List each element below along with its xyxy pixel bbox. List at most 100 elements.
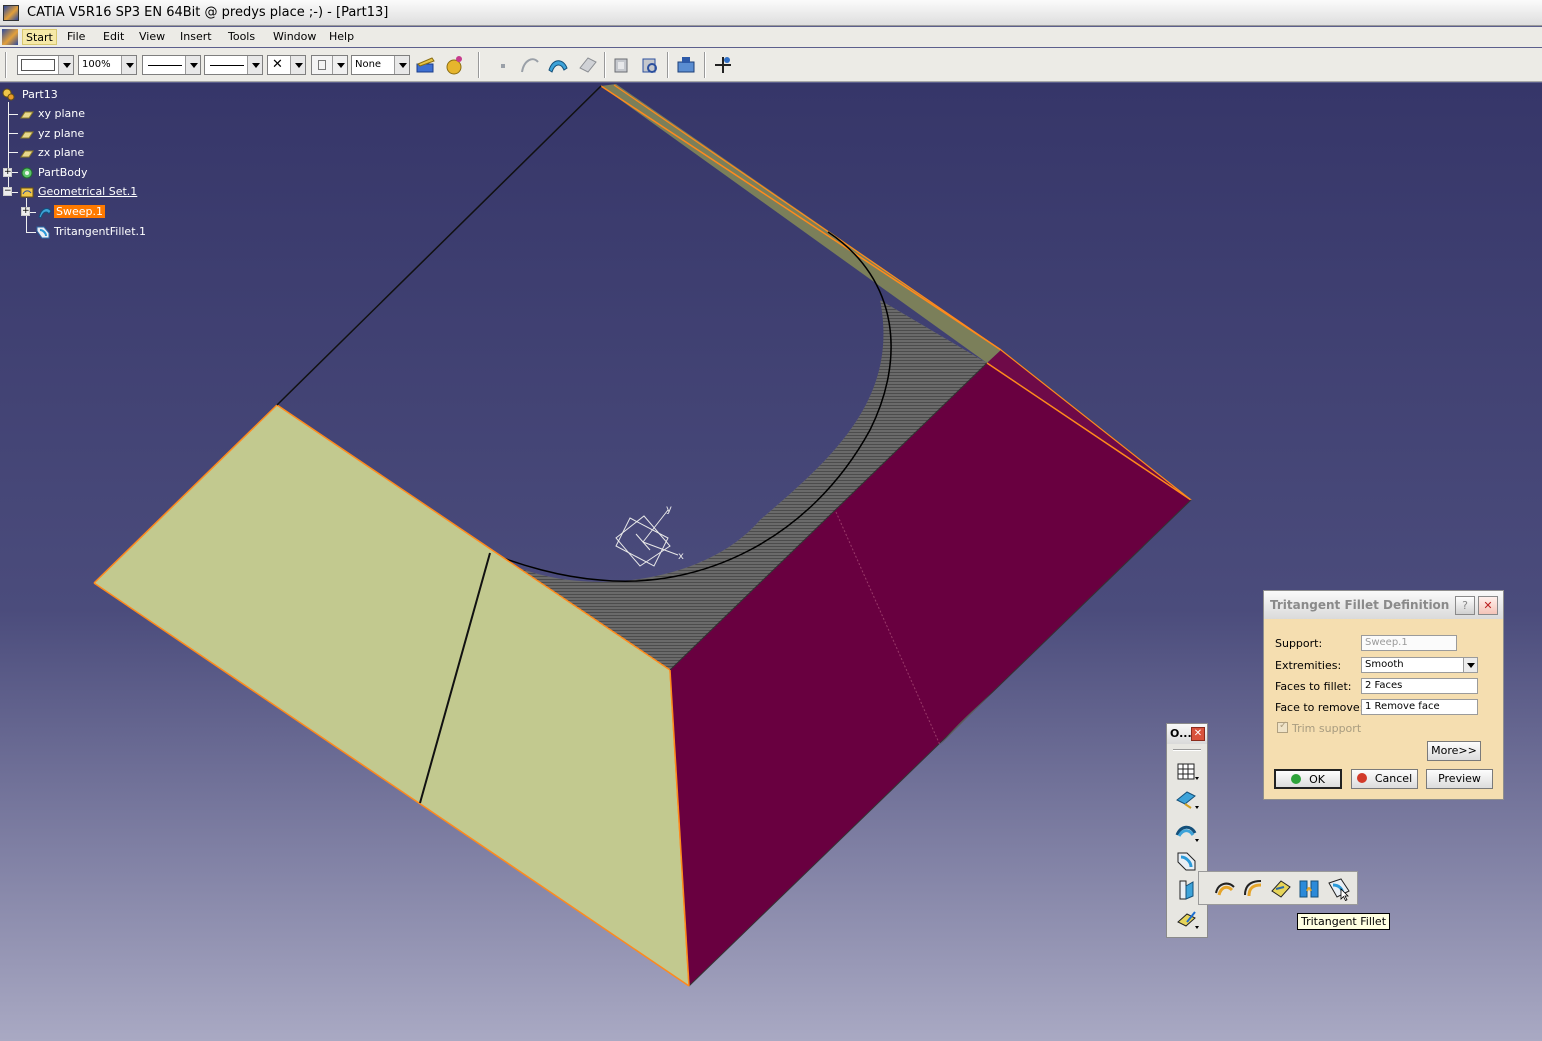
sweep-icon — [38, 208, 52, 219]
point-icon[interactable] — [492, 54, 514, 76]
face-to-remove-field[interactable]: 1 Remove face — [1361, 699, 1478, 715]
extract-icon[interactable] — [1175, 788, 1199, 812]
tritangent-fillet-icon[interactable] — [1327, 877, 1351, 901]
tree-label: zx plane — [38, 146, 85, 159]
tree-label: yz plane — [38, 127, 85, 140]
tree-item-part13[interactable]: Part13 — [2, 87, 58, 103]
expand-icon[interactable]: + — [21, 207, 30, 216]
tree-connector — [26, 232, 36, 233]
part-design-icon[interactable] — [610, 54, 632, 76]
painter-icon[interactable] — [414, 54, 436, 76]
color-combo[interactable] — [17, 55, 74, 75]
edge-fillet-icon[interactable] — [1241, 877, 1265, 901]
tree-label: Geometrical Set.1 — [38, 185, 138, 198]
product-structure-icon[interactable] — [675, 54, 697, 76]
tree-item-tritangent-fillet[interactable]: TritangentFillet.1 — [36, 224, 146, 240]
menu-window[interactable]: Window — [270, 29, 319, 45]
toolbar-grip — [5, 52, 7, 78]
tree-item-partbody[interactable]: + PartBody — [2, 165, 87, 181]
face-face-fillet-icon[interactable] — [1297, 877, 1321, 901]
dialog-title-bar[interactable]: Tritangent Fillet Definition ? ✕ — [1264, 591, 1503, 619]
sketch-analysis-icon[interactable] — [638, 54, 660, 76]
variable-fillet-icon[interactable] — [1269, 877, 1293, 901]
compass-x-label: x — [678, 551, 684, 562]
tritangent-fillet-dialog: Tritangent Fillet Definition ? ✕ Support… — [1263, 590, 1504, 800]
close-icon[interactable]: ✕ — [1478, 596, 1498, 615]
extremities-label: Extremities: — [1275, 659, 1342, 672]
point-symbol-combo[interactable]: ✕ — [267, 55, 306, 75]
preview-button[interactable]: Preview — [1426, 769, 1493, 789]
ops-toolbar-title: O... — [1170, 727, 1192, 740]
shape-fillet-icon[interactable] — [1175, 821, 1199, 845]
fillet-icon — [36, 226, 50, 239]
trim-support-label: Trim support — [1292, 722, 1362, 735]
more-button[interactable]: More>> — [1427, 741, 1481, 761]
tree-label: xy plane — [38, 107, 86, 120]
help-button[interactable]: ? — [1455, 596, 1475, 615]
menu-bar: Start File Edit View Insert Tools Window… — [0, 27, 1542, 47]
compass-y-label: y — [666, 504, 672, 515]
extremities-combo[interactable]: Smooth — [1361, 657, 1478, 673]
ok-button[interactable]: OK — [1274, 769, 1342, 789]
translate-icon[interactable] — [1175, 908, 1199, 932]
solid-icon[interactable] — [576, 54, 598, 76]
curve-icon[interactable] — [519, 54, 541, 76]
support-field[interactable]: Sweep.1 — [1361, 635, 1457, 651]
tree-item-xy-plane[interactable]: xy plane — [20, 106, 85, 122]
part-icon — [2, 88, 15, 101]
specification-tree: Part13 xy plane yz plane zx plane + Part… — [0, 86, 200, 246]
menu-tools[interactable]: Tools — [225, 29, 258, 45]
tree-item-yz-plane[interactable]: yz plane — [20, 126, 84, 142]
tree-label-selected: Sweep.1 — [54, 205, 105, 218]
tree-connector — [8, 152, 18, 153]
window-title: CATIA V5R16 SP3 EN 64Bit @ predys place … — [27, 5, 389, 20]
body-icon — [21, 167, 33, 179]
toolbar-separator — [604, 52, 606, 78]
trim-support-checkbox[interactable]: ✓ — [1277, 720, 1288, 733]
tree-item-geometrical-set[interactable]: − Geometrical Set.1 — [2, 184, 137, 200]
fillet-flyout-toolbar — [1198, 871, 1358, 905]
edge-fillet-icon[interactable] — [1175, 849, 1199, 873]
tree-connector — [8, 114, 18, 115]
cancel-icon — [1356, 773, 1367, 783]
transparency-combo[interactable]: 100% — [78, 55, 137, 75]
zoom-value: 100% — [82, 59, 111, 70]
variable-fillet-icon[interactable] — [1175, 878, 1199, 902]
menu-view[interactable]: View — [136, 29, 168, 45]
catia-menu-icon[interactable] — [2, 29, 18, 45]
menu-insert[interactable]: Insert — [177, 29, 215, 45]
toolbar-separator — [478, 52, 480, 78]
shape-fillet-icon[interactable] — [1213, 877, 1237, 901]
faces-to-fillet-label: Faces to fillet: — [1275, 680, 1352, 693]
surface-icon[interactable] — [547, 54, 569, 76]
menu-file[interactable]: File — [64, 29, 88, 45]
menu-start[interactable]: Start — [22, 29, 57, 45]
join-icon[interactable] — [1175, 759, 1199, 783]
tree-label: PartBody — [38, 166, 88, 179]
tree-item-zx-plane[interactable]: zx plane — [20, 145, 84, 161]
tree-connector — [8, 133, 18, 134]
line-type-combo[interactable] — [204, 55, 263, 75]
graphic-properties-toolbar: 100% ✕ None — [0, 48, 1542, 82]
expand-icon[interactable]: + — [3, 168, 12, 177]
ops-toolbar-title-bar[interactable]: O... ✕ — [1167, 724, 1207, 744]
rendering-style-combo[interactable] — [311, 55, 348, 75]
title-bar: CATIA V5R16 SP3 EN 64Bit @ predys place … — [0, 0, 1542, 26]
faces-to-fillet-field[interactable]: 2 Faces — [1361, 678, 1478, 694]
compass-tool-icon[interactable] — [712, 54, 734, 76]
collapse-icon[interactable]: − — [3, 187, 12, 196]
tree-item-sweep[interactable]: + Sweep.1 — [20, 204, 105, 220]
menu-edit[interactable]: Edit — [100, 29, 127, 45]
cancel-button[interactable]: Cancel — [1351, 769, 1418, 789]
chevron-down-icon[interactable] — [1463, 658, 1477, 672]
layer-value: None — [355, 59, 382, 70]
cancel-label: Cancel — [1374, 772, 1413, 785]
layer-combo[interactable]: None — [351, 55, 410, 75]
toolbar-grip — [1173, 749, 1201, 751]
support-label: Support: — [1275, 637, 1323, 650]
catia-icon[interactable] — [3, 5, 19, 21]
close-icon[interactable]: ✕ — [1191, 727, 1205, 741]
line-thickness-combo[interactable] — [142, 55, 201, 75]
menu-help[interactable]: Help — [326, 29, 357, 45]
material-icon[interactable] — [443, 54, 465, 76]
